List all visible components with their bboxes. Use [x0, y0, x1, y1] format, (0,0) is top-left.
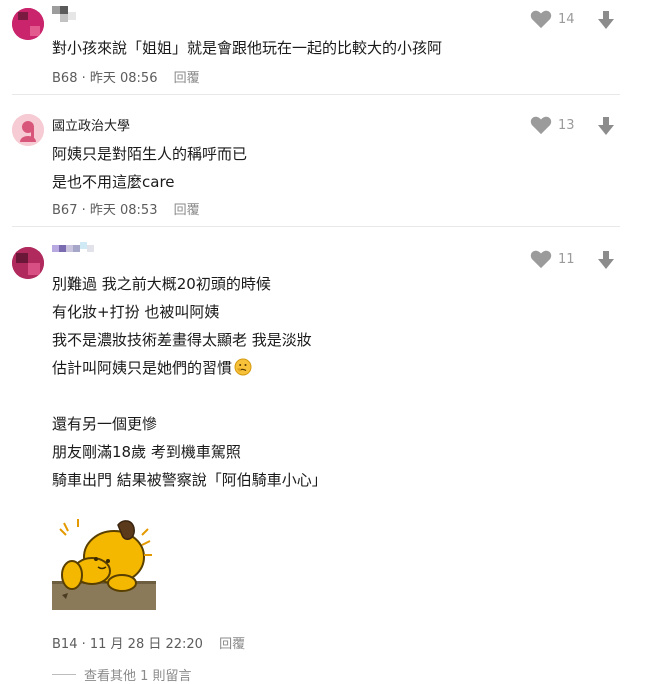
divider — [52, 674, 76, 675]
view-more-replies[interactable]: 查看其他 1 則留言 — [52, 665, 192, 684]
comment-text-line: 阿姨只是對陌生人的稱呼而已 — [52, 145, 248, 163]
comment-meta: B14 · 11 月 28 日 22:20 回覆 — [52, 637, 246, 652]
like-count: 11 — [558, 251, 575, 267]
like-button[interactable]: 11 — [530, 249, 582, 269]
comment-text-line: 對小孩來說「姐姐」就是會跟他玩在一起的比較大的小孩阿 — [52, 39, 443, 57]
comment-text-line: 估計叫阿姨只是她們的習慣 — [52, 357, 252, 380]
thinking-emoji-icon — [234, 358, 252, 380]
author-name-redacted — [52, 241, 108, 257]
heart-icon — [530, 116, 552, 135]
like-button[interactable]: 14 — [530, 9, 582, 29]
like-count: 14 — [558, 11, 575, 27]
floor-number[interactable]: B68 — [52, 71, 77, 86]
comment-text-line: 朋友剛滿18歲 考到機車駕照 — [52, 443, 241, 461]
heart-icon — [530, 250, 552, 269]
divider — [12, 226, 620, 227]
comment-time: 昨天 08:56 — [89, 71, 158, 86]
avatar[interactable] — [12, 8, 44, 40]
divider — [12, 94, 620, 95]
comment-meta: B68 · 昨天 08:56 回覆 — [52, 71, 200, 86]
comment-text-line: 我不是濃妝技術差畫得太顯老 我是淡妝 — [52, 331, 312, 349]
author-name[interactable]: 國立政治大學 — [52, 115, 130, 134]
heart-icon — [530, 10, 552, 29]
dislike-button[interactable] — [596, 10, 616, 34]
reply-button[interactable]: 回覆 — [174, 71, 200, 86]
like-count: 13 — [558, 117, 575, 133]
dislike-button[interactable] — [596, 250, 616, 274]
dislike-button[interactable] — [596, 116, 616, 140]
like-button[interactable]: 13 — [530, 115, 582, 135]
reply-button[interactable]: 回覆 — [219, 637, 245, 652]
comment-time: 11 月 28 日 22:20 — [89, 637, 203, 652]
sticker-dog-icon — [52, 515, 156, 610]
arrow-down-icon — [598, 251, 614, 269]
comment-text-line: 騎車出門 結果被警察說「阿伯騎車小心」 — [52, 471, 327, 489]
comment-text-line: 是也不用這麼care — [52, 173, 175, 191]
comment-meta: B67 · 昨天 08:53 回覆 — [52, 203, 200, 218]
comment-text-line: 別難過 我之前大概20初頭的時候 — [52, 275, 271, 293]
avatar[interactable] — [12, 114, 44, 146]
reply-button[interactable]: 回覆 — [174, 203, 200, 218]
arrow-down-icon — [598, 11, 614, 29]
arrow-down-icon — [598, 117, 614, 135]
comment-text-line: 有化妝+打扮 也被叫阿姨 — [52, 303, 220, 321]
comment-text-span: 估計叫阿姨只是她們的習慣 — [52, 359, 233, 377]
view-more-label[interactable]: 查看其他 1 則留言 — [84, 665, 192, 684]
avatar[interactable] — [12, 247, 44, 279]
comment-time: 昨天 08:53 — [89, 203, 158, 218]
floor-number[interactable]: B67 — [52, 203, 77, 218]
author-name-redacted — [52, 6, 92, 22]
floor-number[interactable]: B14 — [52, 637, 77, 652]
comment-text-line: 還有另一個更慘 — [52, 415, 158, 433]
